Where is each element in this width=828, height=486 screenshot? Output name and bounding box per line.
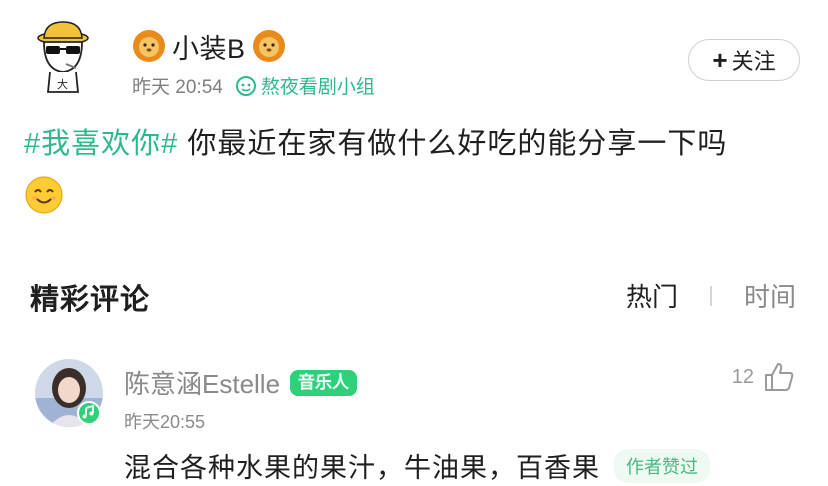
post-meta: 昨天 20:54 熬夜看剧小组 xyxy=(132,72,375,99)
post-body: 你最近在家有做什么好吃的能分享一下吗 xyxy=(178,128,728,160)
comment-content: 混合各种水果的果汁，牛油果，百香果 作者赞过 xyxy=(124,446,710,485)
follow-label: 关注 xyxy=(731,49,776,74)
comment-author-row: 陈意涵Estelle 音乐人 xyxy=(124,364,358,401)
comment-like-button[interactable]: 12 xyxy=(732,360,796,394)
plus-icon: + xyxy=(712,45,728,75)
commenter-avatar[interactable] xyxy=(34,358,104,428)
comment-sort-tabs: 热门 时间 xyxy=(626,277,796,314)
follow-button[interactable]: + 关注 xyxy=(688,39,800,81)
post-author-avatar[interactable]: 大 xyxy=(30,18,96,96)
comment-author-name[interactable]: 陈意涵Estelle xyxy=(124,364,280,401)
group-link[interactable]: 熬夜看剧小组 xyxy=(235,72,375,99)
group-name: 熬夜看剧小组 xyxy=(260,77,375,98)
svg-text:大: 大 xyxy=(57,77,68,91)
post-author-name[interactable]: 小装B xyxy=(172,27,246,66)
sort-hot-tab[interactable]: 热门 xyxy=(626,277,678,314)
sort-divider xyxy=(709,285,712,306)
hashtag-link[interactable]: #我喜欢你# xyxy=(24,128,178,160)
post-content: #我喜欢你# 你最近在家有做什么好吃的能分享一下吗 xyxy=(24,120,814,216)
musician-badge: 音乐人 xyxy=(290,369,358,396)
thumbs-up-icon xyxy=(765,363,794,391)
smile-emoji-icon xyxy=(25,176,63,214)
group-icon xyxy=(235,75,256,96)
like-count: 12 xyxy=(731,365,754,388)
lion-badge-icon xyxy=(133,30,165,62)
lion-badge-icon xyxy=(252,30,285,62)
post-time: 昨天 20:54 xyxy=(132,77,223,98)
author-liked-badge: 作者赞过 xyxy=(614,448,710,483)
comment-body: 混合各种水果的果汁，牛油果，百香果 xyxy=(124,453,600,483)
sort-time-tab[interactable]: 时间 xyxy=(744,277,796,314)
comments-section-title: 精彩评论 xyxy=(30,284,151,316)
post-author-row: 小装B xyxy=(132,26,286,66)
comment-time: 昨天20:55 xyxy=(124,412,206,432)
